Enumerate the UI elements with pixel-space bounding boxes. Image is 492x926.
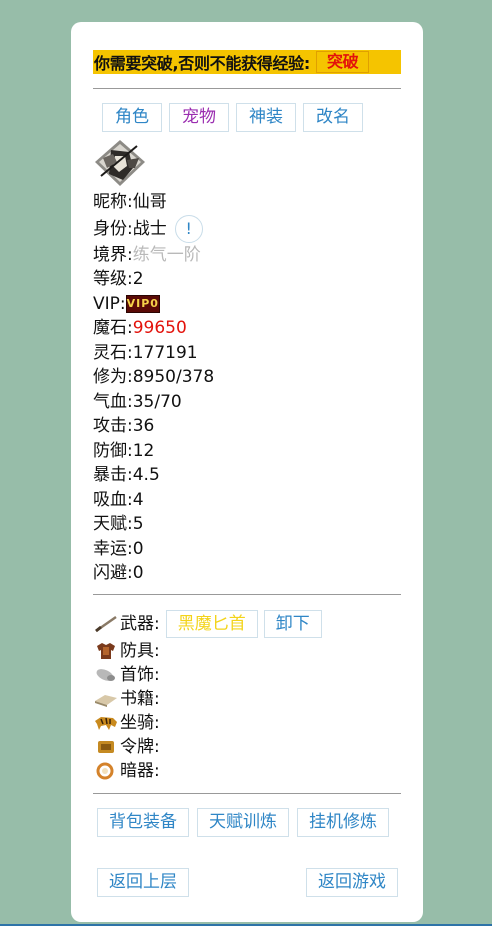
lifesteal: 吸血:4 xyxy=(93,489,144,510)
ring-blade-icon xyxy=(93,761,119,781)
attack: 攻击:36 xyxy=(93,416,155,436)
tab-divine-gear[interactable]: 神装 xyxy=(236,103,296,132)
level: 等级:2 xyxy=(93,269,144,289)
accessory-label: 首饰: xyxy=(120,664,160,685)
action-bar: 背包装备 天赋训炼 挂机修炼 xyxy=(97,807,401,837)
hp-row: 气血:35/70 xyxy=(93,390,401,415)
crit-row: 暴击:4.5 xyxy=(93,463,401,488)
dagger-icon xyxy=(93,614,119,634)
hidden-weapon-label: 暗器: xyxy=(120,760,160,781)
vip-label: VIP: xyxy=(93,293,126,314)
mount-label: 坐骑: xyxy=(120,712,160,733)
vip-badge: VIP0 xyxy=(125,294,160,313)
defense-row: 防御:12 xyxy=(93,439,401,464)
defense: 防御:12 xyxy=(93,440,155,461)
weapon-item-button[interactable]: 黑魔匕首 xyxy=(165,609,258,638)
luck-row: 幸运:0 xyxy=(93,537,401,562)
bag-equipment-button[interactable]: 背包装备 xyxy=(97,807,189,837)
book-label: 书籍: xyxy=(120,688,160,709)
tab-character[interactable]: 角色 xyxy=(102,103,162,132)
dodge: 闪避:0 xyxy=(93,563,144,583)
talent-training-button[interactable]: 天赋训炼 xyxy=(197,807,289,837)
return-game-button[interactable]: 返回游戏 xyxy=(306,867,398,897)
luck: 幸运:0 xyxy=(93,538,144,559)
divider xyxy=(93,88,401,89)
attack-row: 攻击:36 xyxy=(93,414,401,439)
breakthrough-button[interactable]: 突破 xyxy=(315,51,370,73)
magic-stone-label: 魔石: xyxy=(93,318,133,338)
avatar xyxy=(93,138,147,188)
token-icon xyxy=(93,737,119,757)
weapon-row: 武器: 黑魔匕首 卸下 xyxy=(93,609,401,639)
lifesteal-row: 吸血:4 xyxy=(93,488,401,513)
crit: 暴击:4.5 xyxy=(93,465,160,485)
token-label: 令牌: xyxy=(120,736,160,757)
cultivation-row: 修为:8950/378 xyxy=(93,365,401,390)
book-row: 书籍: xyxy=(93,687,401,711)
armor-row: 防具: xyxy=(93,639,401,663)
hp: 气血:35/70 xyxy=(93,391,182,412)
info-button[interactable]: ! xyxy=(174,214,203,243)
talent-row: 天赋:5 xyxy=(93,512,401,537)
identity-row: 身份:战士 ! xyxy=(93,214,401,243)
token-row: 令牌: xyxy=(93,735,401,759)
divider xyxy=(93,593,401,595)
cultivation: 修为:8950/378 xyxy=(93,367,215,387)
divider xyxy=(93,792,401,794)
stats-list: 昵称:仙哥 身份:战士 ! 境界: 练气一阶 等级:2 VIP: VIP0 魔石:… xyxy=(93,190,401,586)
panel-content: 你需要突破,否则不能获得经验: 突破 角色 宠物 神装 改名 昵称:仙哥 身份:… xyxy=(93,50,401,897)
warrior-portrait-icon xyxy=(95,140,145,186)
realm-label: 境界: xyxy=(93,244,133,265)
tab-rename[interactable]: 改名 xyxy=(303,103,363,132)
breakthrough-notice-text: 你需要突破,否则不能获得经验: xyxy=(94,54,310,73)
accessory-row: 首饰: xyxy=(93,663,401,687)
realm-value: 练气一阶 xyxy=(132,244,201,265)
unequip-button[interactable]: 卸下 xyxy=(263,609,322,638)
tiger-mount-icon xyxy=(93,713,119,733)
spirit-stone: 灵石:177191 xyxy=(93,342,198,363)
idle-cultivation-button[interactable]: 挂机修炼 xyxy=(297,807,389,837)
realm-row: 境界: 练气一阶 xyxy=(93,243,401,268)
dodge-row: 闪避:0 xyxy=(93,561,401,586)
level-row: 等级:2 xyxy=(93,267,401,292)
identity: 身份:战士 xyxy=(93,218,167,239)
weapon-label: 武器: xyxy=(120,613,160,634)
tab-bar: 角色 宠物 神装 改名 xyxy=(102,103,401,132)
accessory-icon xyxy=(93,665,119,685)
character-panel: 你需要突破,否则不能获得经验: 突破 角色 宠物 神装 改名 昵称:仙哥 身份:… xyxy=(71,22,423,922)
armor-label: 防具: xyxy=(120,640,160,661)
nav-bar: 返回上层 返回游戏 xyxy=(97,867,398,897)
mount-row: 坐骑: xyxy=(93,711,401,735)
tab-pet[interactable]: 宠物 xyxy=(169,103,229,132)
book-icon xyxy=(93,689,119,709)
hidden-weapon-row: 暗器: xyxy=(93,759,401,783)
armor-icon xyxy=(93,641,119,661)
magic-stone-value: 99650 xyxy=(132,318,187,338)
talent: 天赋:5 xyxy=(93,514,144,534)
nickname-row: 昵称:仙哥 xyxy=(93,190,401,215)
back-button[interactable]: 返回上层 xyxy=(97,867,189,897)
vip-row: VIP: VIP0 xyxy=(93,292,401,317)
breakthrough-notice: 你需要突破,否则不能获得经验: 突破 xyxy=(93,50,401,74)
magic-stone-row: 魔石: 99650 xyxy=(93,316,401,341)
equipment-list: 武器: 黑魔匕首 卸下 防具: 首饰: 书籍: 坐骑: 令牌: 暗器: xyxy=(93,609,401,783)
spirit-stone-row: 灵石:177191 xyxy=(93,341,401,366)
nickname: 昵称:仙哥 xyxy=(93,192,167,212)
